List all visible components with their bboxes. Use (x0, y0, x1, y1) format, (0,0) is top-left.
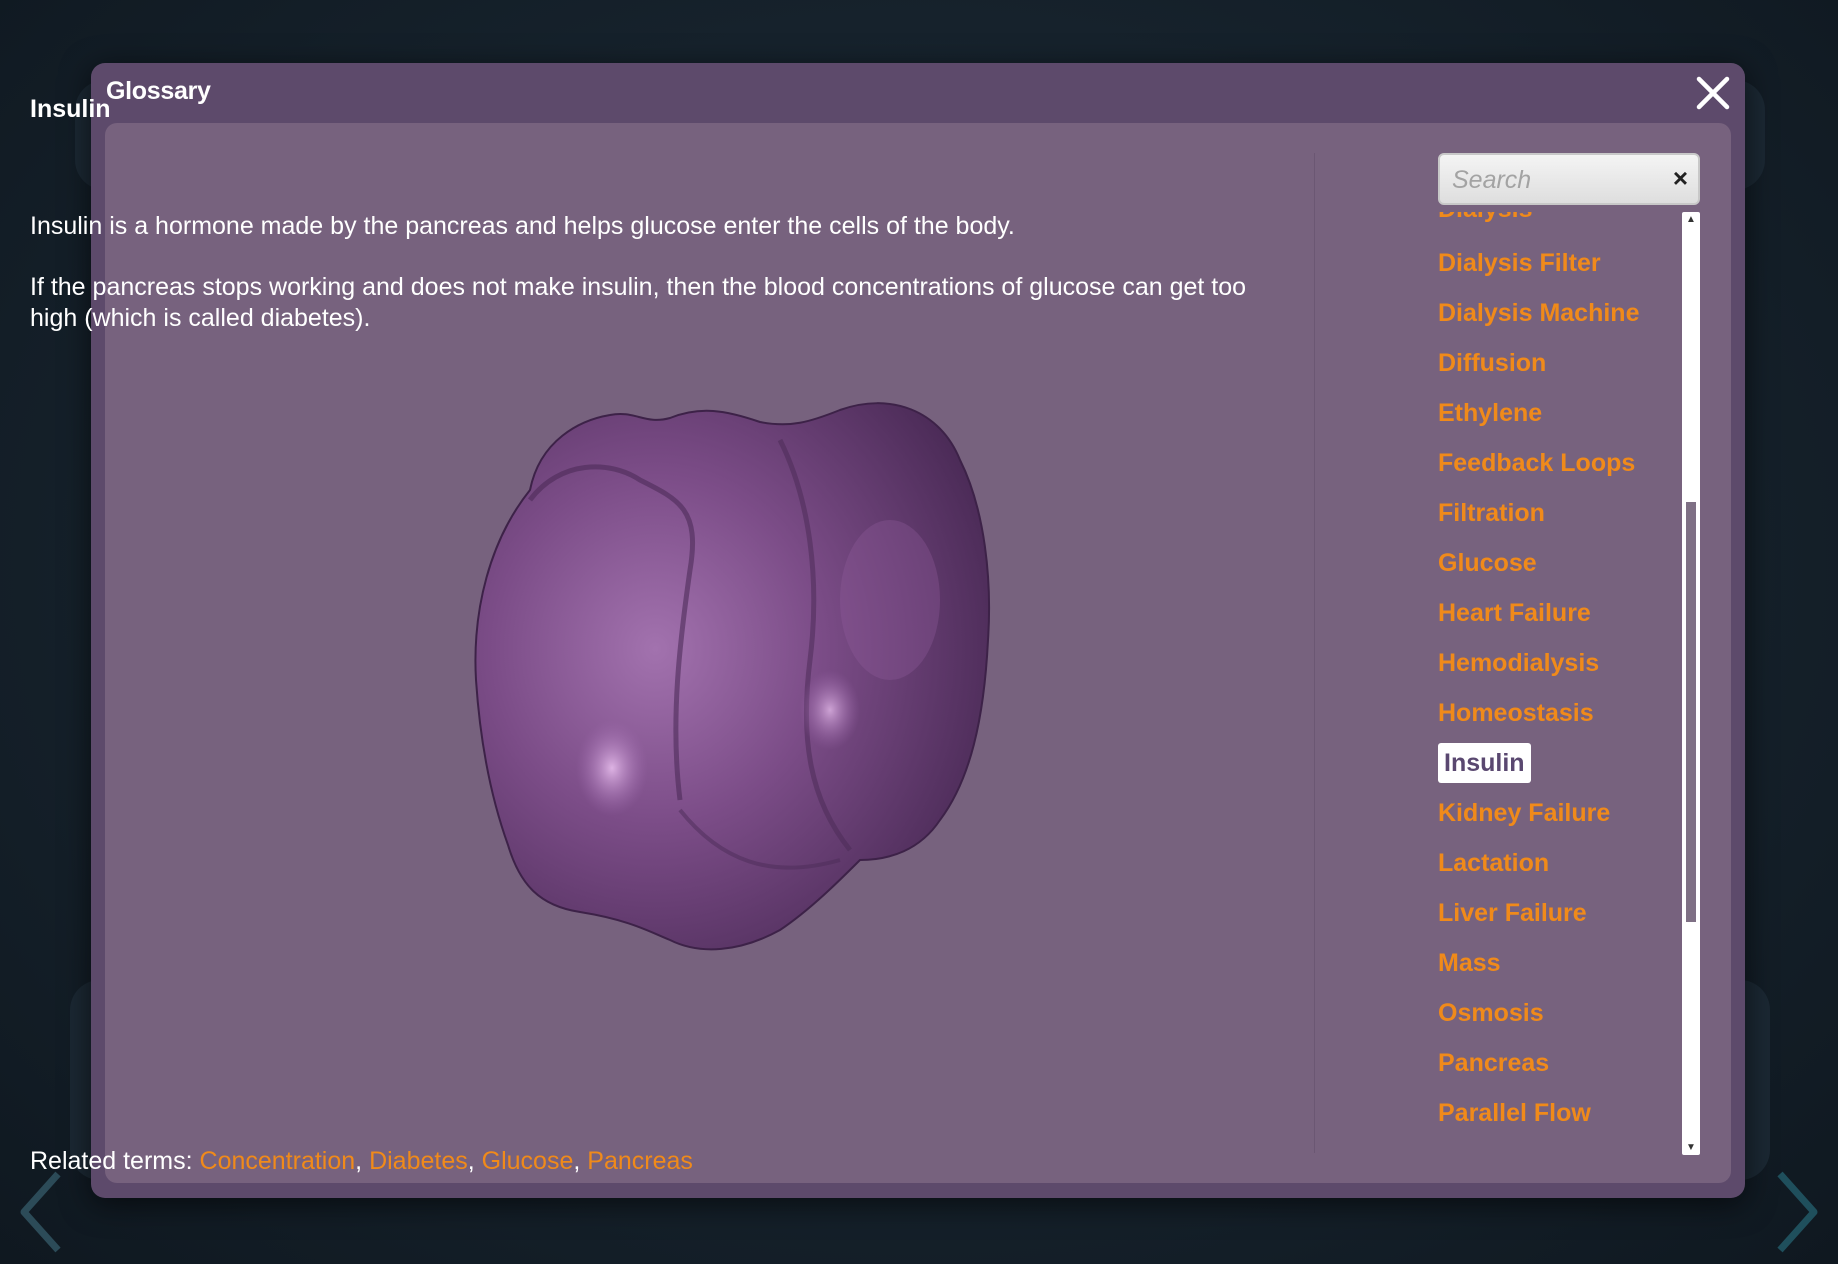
definition-paragraph: Insulin is a hormone made by the pancrea… (30, 212, 1015, 240)
definition-paragraph: If the pancreas stops working and does n… (30, 273, 1247, 332)
scroll-down-icon[interactable]: ▼ (1686, 1142, 1696, 1153)
term-item-pancreas[interactable]: Pancreas (1438, 1048, 1549, 1078)
scrollbar-thumb[interactable] (1686, 502, 1696, 922)
search-input[interactable] (1450, 163, 1664, 197)
search-box: × (1438, 153, 1700, 205)
term-item-dialysis[interactable]: Dialysis (1438, 212, 1533, 224)
term-item-dialysis-machine[interactable]: Dialysis Machine (1438, 298, 1639, 328)
term-item-lactation[interactable]: Lactation (1438, 848, 1549, 878)
term-item-parallel-flow[interactable]: Parallel Flow (1438, 1098, 1591, 1128)
related-label: Related terms: (30, 1147, 200, 1175)
term-item-hemodialysis[interactable]: Hemodialysis (1438, 648, 1599, 678)
term-item-diffusion[interactable]: Diffusion (1438, 348, 1546, 378)
term-item-dialysis-filter[interactable]: Dialysis Filter (1438, 248, 1601, 278)
term-item-homeostasis[interactable]: Homeostasis (1438, 698, 1594, 728)
related-link-diabetes[interactable]: Diabetes (369, 1147, 468, 1175)
related-link-concentration[interactable]: Concentration (200, 1147, 356, 1175)
term-item-mass[interactable]: Mass (1438, 948, 1501, 978)
term-item-ethylene[interactable]: Ethylene (1438, 398, 1542, 428)
term-item-heart-failure[interactable]: Heart Failure (1438, 598, 1591, 628)
term-item-filtration[interactable]: Filtration (1438, 498, 1545, 528)
clear-search-icon[interactable]: × (1673, 163, 1688, 194)
modal-title: Glossary (106, 77, 211, 105)
divider (1314, 153, 1315, 1153)
term-item-kidney-failure[interactable]: Kidney Failure (1438, 798, 1610, 828)
scroll-up-icon[interactable]: ▲ (1686, 214, 1696, 225)
term-item-glucose[interactable]: Glucose (1438, 548, 1537, 578)
insulin-molecule-image (474, 402, 991, 951)
chevron-right-icon[interactable] (1764, 1162, 1824, 1262)
term-item-insulin[interactable]: Insulin (1438, 743, 1531, 783)
term-list: Dialysis Dialysis Filter Dialysis Machin… (1438, 212, 1678, 1152)
term-list-scrollbar[interactable]: ▲ ▼ (1682, 212, 1700, 1155)
term-title: Insulin (30, 95, 111, 123)
term-item-osmosis[interactable]: Osmosis (1438, 998, 1544, 1028)
related-terms: Related terms: Concentration, Diabetes, … (30, 1147, 693, 1175)
close-icon[interactable] (1691, 71, 1735, 115)
chevron-left-icon[interactable] (14, 1162, 74, 1262)
related-link-pancreas[interactable]: Pancreas (587, 1147, 693, 1175)
related-link-glucose[interactable]: Glucose (482, 1147, 574, 1175)
term-item-feedback-loops[interactable]: Feedback Loops (1438, 448, 1635, 478)
term-item-liver-failure[interactable]: Liver Failure (1438, 898, 1587, 928)
